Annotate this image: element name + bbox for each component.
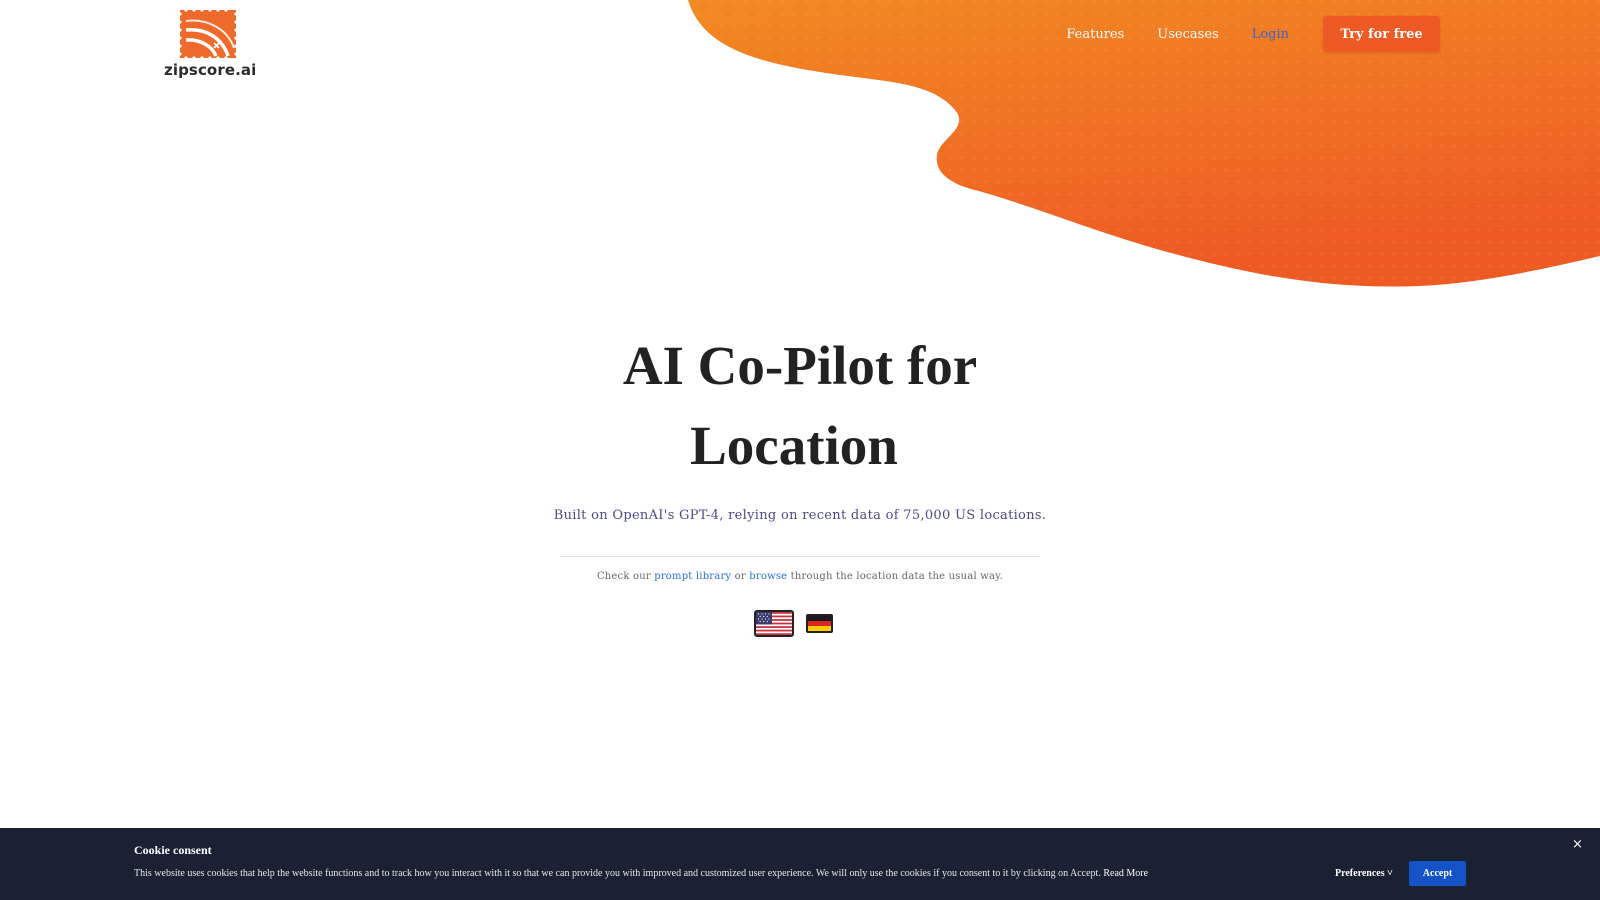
de-flag-icon[interactable] [806, 614, 833, 633]
cookie-consent-text: This website uses cookies that help the … [134, 868, 1148, 879]
nav-usecases-link[interactable]: Usecases [1157, 27, 1218, 42]
browse-link[interactable]: browse [749, 571, 787, 582]
hero-subtitle: Built on OpenAI's GPT-4, relying on rece… [553, 508, 1047, 523]
us-flag-icon[interactable] [754, 610, 794, 637]
cookie-consent-body: This website uses cookies that help the … [134, 868, 1101, 879]
brand-logo[interactable]: zipscore.ai [164, 8, 259, 80]
chevron-down-icon: ˅ [1387, 868, 1393, 879]
cookie-accept-button[interactable]: Accept [1409, 861, 1466, 886]
helper-middle: or [734, 571, 746, 582]
brand-name: zipscore.ai [164, 61, 257, 79]
try-for-free-button[interactable]: Try for free [1323, 16, 1440, 52]
hero-title-line-2: Location [690, 415, 898, 476]
helper-prefix: Check our [596, 571, 651, 582]
cookie-preferences-label: Preferences [1335, 868, 1385, 879]
prompt-library-link[interactable]: prompt library [654, 571, 731, 582]
us-flag-graphic [756, 612, 792, 635]
helper-suffix: through the location data the usual way. [790, 571, 1004, 582]
cookie-preferences-button[interactable]: Preferences ˅ [1335, 868, 1393, 879]
hero-helper-text: Check our prompt library or browse throu… [0, 571, 1600, 582]
nav-features-link[interactable]: Features [1066, 27, 1124, 42]
de-flag-gold-stripe [808, 626, 831, 631]
close-icon[interactable]: × [1572, 838, 1583, 851]
hero-divider [560, 556, 1040, 557]
cookie-read-more-link[interactable]: Read More [1103, 868, 1148, 879]
country-selector [754, 610, 833, 637]
main-nav: Features Usecases Login Try for free [1066, 16, 1440, 52]
postage-stamp-route-icon [178, 8, 238, 60]
hero-title-line-1: AI Co-Pilot for [622, 335, 978, 396]
cookie-consent-title: Cookie consent [134, 843, 212, 857]
cookie-consent-banner: Cookie consent This website uses cookies… [0, 828, 1600, 900]
hero-title: AI Co-Pilot for Location [0, 326, 1600, 486]
nav-login-link[interactable]: Login [1252, 27, 1289, 42]
